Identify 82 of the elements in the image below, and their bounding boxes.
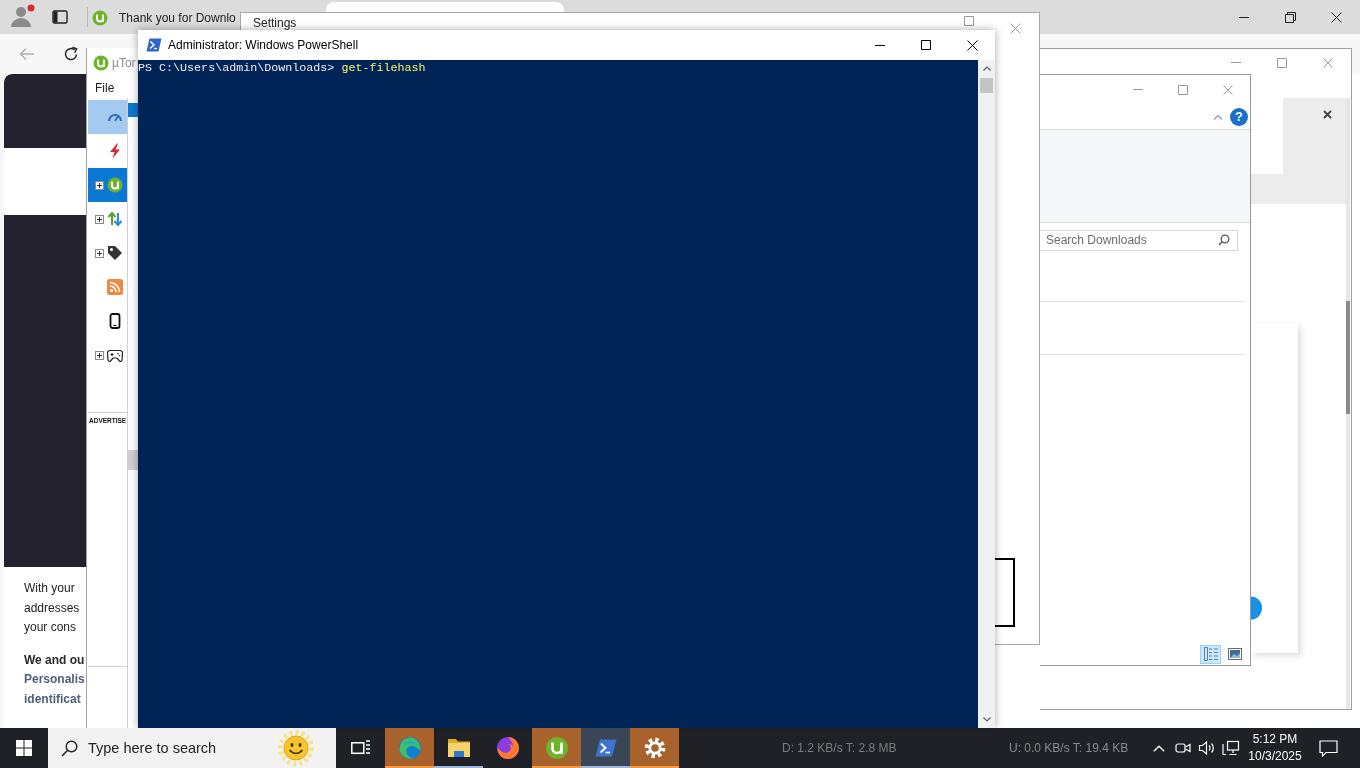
task-view-icon <box>350 740 371 756</box>
app-logo-icon <box>92 10 108 26</box>
expand-icon[interactable] <box>95 214 104 224</box>
phone-icon <box>107 313 123 329</box>
restore-icon <box>1284 11 1296 23</box>
consent-link[interactable]: identificat <box>24 689 81 709</box>
close-icon <box>966 39 978 51</box>
status-text: U: 0.0 KB/s T: 19.4 KB <box>1009 741 1129 755</box>
console-line: PS C:\Users\admin\Downloads> get-filehash <box>138 61 427 75</box>
close-icon <box>1330 11 1342 23</box>
minimize-icon <box>1132 89 1143 90</box>
network-icon <box>1222 740 1240 756</box>
scrollbar[interactable] <box>1346 98 1350 709</box>
app-logo-icon <box>107 177 123 193</box>
large-icons-view-icon <box>1227 648 1242 660</box>
caret-down-icon <box>982 717 991 722</box>
refresh-icon <box>63 46 79 62</box>
details-view-icon <box>1203 647 1218 661</box>
maximize-icon <box>964 16 974 26</box>
expand-icon[interactable] <box>95 248 104 258</box>
expand-icon[interactable] <box>95 350 104 360</box>
settings-icon <box>643 737 666 759</box>
minimize-icon <box>1239 16 1249 18</box>
help-button[interactable]: ? <box>1230 107 1248 126</box>
browser-icon <box>397 736 422 760</box>
window-title: Settings <box>253 16 297 30</box>
camera-icon <box>1175 741 1191 755</box>
scrollbar[interactable] <box>978 60 995 728</box>
windows-logo-icon <box>16 740 32 756</box>
consent-text-line: With your <box>24 580 75 597</box>
gamepad-icon <box>107 347 123 363</box>
rss-icon <box>107 279 123 295</box>
panel-layout-icon[interactable] <box>52 9 68 25</box>
consent-text-line: your cons <box>24 619 77 636</box>
search-field[interactable]: Type here to search <box>48 728 336 768</box>
terminal-console[interactable]: PS C:\Users\admin\Downloads> get-filehash <box>138 60 978 728</box>
consent-link[interactable]: Personalis <box>24 670 85 690</box>
minimize-icon <box>875 44 885 46</box>
browser-tab[interactable]: Thank you for Downlo <box>88 2 239 34</box>
close-icon <box>1009 22 1021 34</box>
up-down-arrows-icon <box>107 211 123 227</box>
expand-icon[interactable] <box>95 180 104 190</box>
browser-icon <box>495 736 520 760</box>
minimize-icon <box>1231 62 1241 63</box>
close-icon[interactable] <box>1323 110 1332 119</box>
back-arrow-icon <box>19 47 35 61</box>
search-icon <box>61 739 78 757</box>
focused-button[interactable] <box>995 558 1015 627</box>
view-toggle-button[interactable] <box>1200 644 1221 664</box>
folder-icon <box>446 737 471 759</box>
app-logo-icon <box>93 55 109 71</box>
search-field[interactable]: Search Downloads <box>1040 229 1238 251</box>
caret-up-icon <box>982 66 991 71</box>
torrent-row[interactable] <box>128 103 139 117</box>
clock-button[interactable]: 5:12 PM 10/3/2025 <box>1245 728 1305 768</box>
close-icon <box>1323 57 1333 68</box>
notification-icon <box>1318 739 1338 757</box>
menu-item[interactable]: File <box>95 81 115 95</box>
consent-heading: We and ou <box>24 651 85 669</box>
terminal-icon <box>146 38 162 52</box>
window-title: Administrator: Windows PowerShell <box>168 38 359 52</box>
scroll-thumb[interactable] <box>980 78 993 93</box>
search-icon <box>1218 234 1230 246</box>
chevron-up-icon[interactable] <box>1213 113 1223 120</box>
circle-button[interactable] <box>1251 596 1262 620</box>
terminal-icon <box>594 739 617 757</box>
consent-text-line: addresses <box>24 599 80 617</box>
clock-time: 5:12 PM <box>1252 731 1298 748</box>
chevron-up-icon <box>1153 744 1165 752</box>
maximize-icon <box>921 40 931 50</box>
scroll-thumb[interactable] <box>1346 301 1350 414</box>
maximize-icon <box>1277 57 1287 68</box>
scroll-thumb[interactable] <box>128 450 138 470</box>
maximize-icon <box>1177 84 1188 95</box>
status-text: D: 1.2 KB/s T: 2.8 MB <box>782 741 898 755</box>
app-logo-icon <box>544 736 569 760</box>
clock-date: 10/3/2025 <box>1248 748 1302 765</box>
tag-icon <box>107 245 123 261</box>
close-icon <box>1222 84 1233 95</box>
window-title: µTor <box>112 56 136 70</box>
profile-avatar-icon[interactable] <box>10 4 36 28</box>
volume-icon <box>1198 740 1216 756</box>
